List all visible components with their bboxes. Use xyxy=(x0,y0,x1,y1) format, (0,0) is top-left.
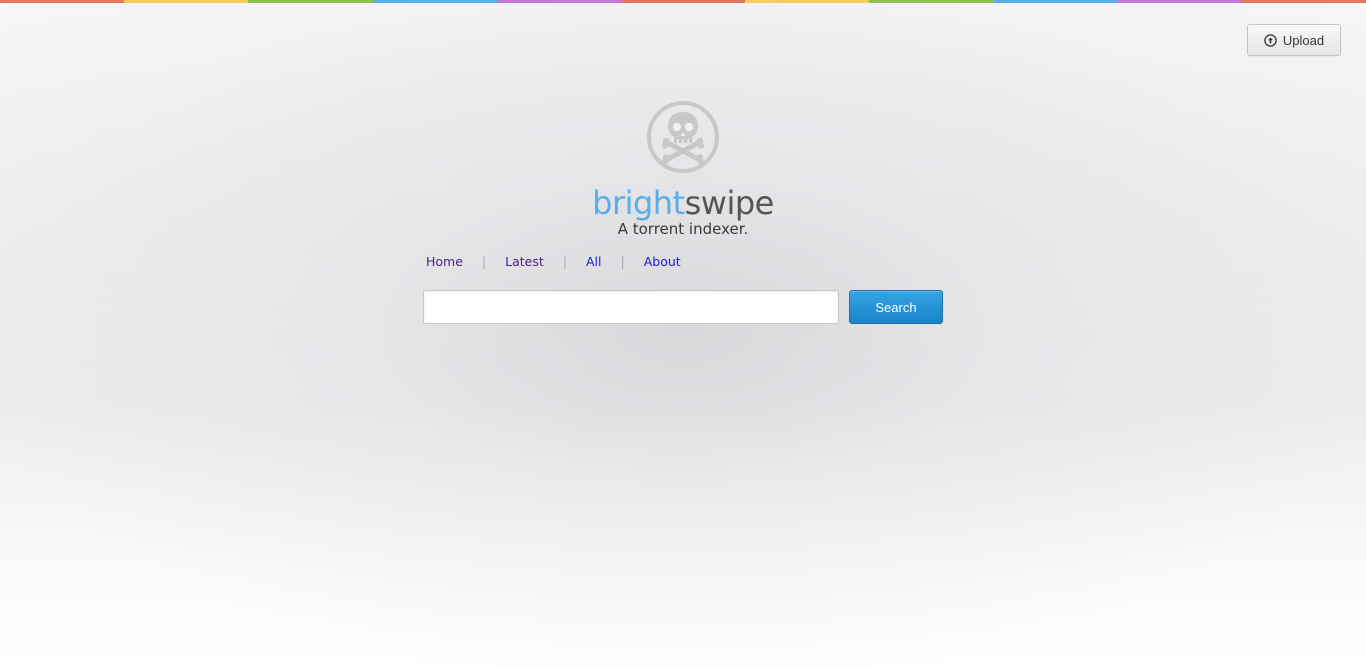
brand-part-swipe: swipe xyxy=(684,184,775,222)
color-segment xyxy=(1241,0,1366,3)
color-segment xyxy=(372,0,497,3)
upload-circle-icon xyxy=(1264,33,1277,47)
brand-wordmark: brightswipe xyxy=(483,183,883,223)
color-segment xyxy=(0,0,125,3)
top-color-bar xyxy=(0,0,1366,3)
nav-separator: | xyxy=(481,254,487,269)
skull-crossbones-icon xyxy=(646,100,720,174)
upload-button[interactable]: Upload xyxy=(1247,24,1341,56)
color-segment xyxy=(620,0,746,3)
brand-part-bright: bright xyxy=(592,184,685,222)
color-segment xyxy=(869,0,994,3)
color-segment xyxy=(993,0,1118,3)
color-segment xyxy=(1117,0,1242,3)
search-button[interactable]: Search xyxy=(849,290,943,324)
nav-separator: | xyxy=(620,254,625,269)
tagline: A torrent indexer. xyxy=(617,220,749,238)
nav-link-latest[interactable]: Latest xyxy=(505,254,544,269)
color-segment xyxy=(496,0,621,3)
nav-separator: | xyxy=(562,254,567,269)
nav-link-about[interactable]: About xyxy=(644,254,681,269)
color-segment xyxy=(745,0,870,3)
color-segment xyxy=(248,0,373,3)
nav-link-all[interactable]: All xyxy=(586,254,602,269)
main-nav: Home | Latest | All | About xyxy=(426,254,681,269)
upload-label: Upload xyxy=(1282,32,1325,48)
nav-link-home[interactable]: Home xyxy=(426,254,463,269)
search-input[interactable] xyxy=(423,290,839,324)
color-segment xyxy=(124,0,249,3)
